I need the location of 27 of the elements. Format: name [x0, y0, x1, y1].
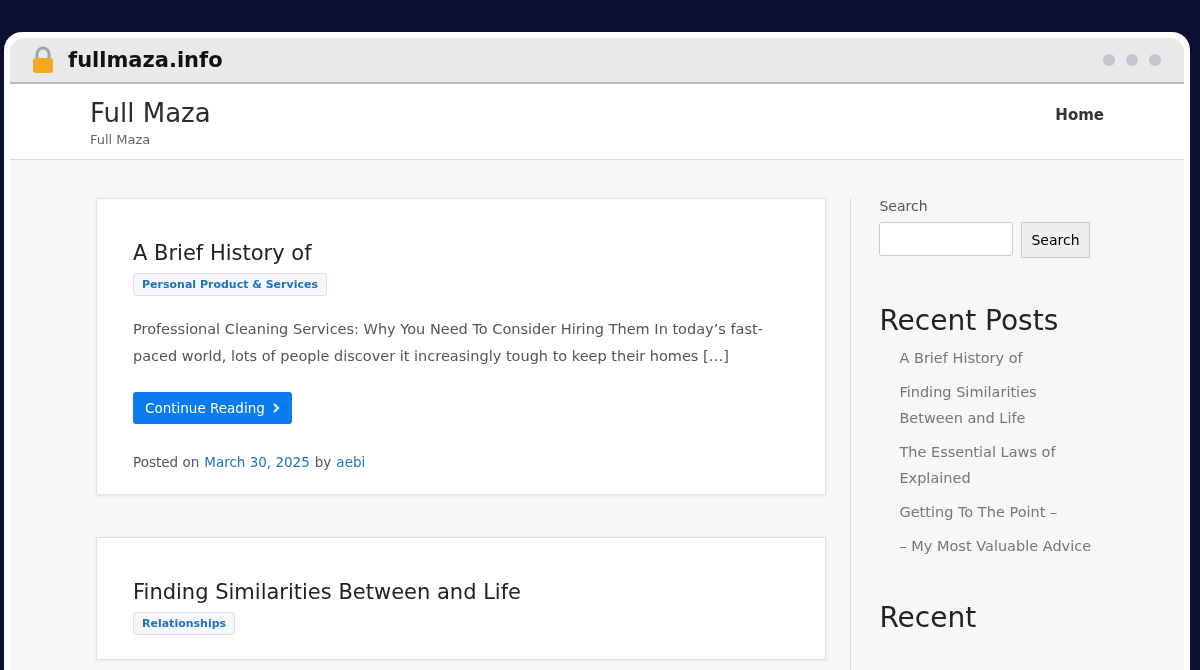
recent-post-link[interactable]: Finding Similarities Between and Life — [899, 379, 1104, 431]
post-date-link[interactable]: March 30, 2025 — [204, 454, 310, 470]
recent-post-link[interactable]: The Essential Laws of Explained — [899, 439, 1104, 491]
search-field[interactable] — [879, 222, 1014, 256]
continue-reading-button[interactable]: Continue Reading — [133, 392, 292, 424]
nav-link[interactable]: Home — [1055, 106, 1104, 124]
category-tag[interactable]: Personal Product & Services — [133, 273, 327, 296]
recent-post-link[interactable]: – My Most Valuable Advice — [899, 533, 1104, 559]
post-title[interactable]: A Brief History of — [133, 241, 790, 265]
post-excerpt: Professional Cleaning Services: Why You Need To Consider Hiring Them In today’s fast-paced world, lots of people discover it increasingly tough to keep their homes […] — [133, 320, 764, 366]
recent-post-link[interactable]: Getting To The Point – — [899, 499, 1104, 525]
category-tag[interactable]: Relationships — [133, 612, 236, 635]
author-link[interactable]: aebi — [336, 454, 366, 470]
post-title[interactable]: Finding Similarities Between and Life — [133, 580, 790, 604]
url-text: fullmaza.info — [68, 48, 223, 72]
window-dots-icon — [1102, 53, 1162, 67]
site-tagline: Full Maza — [90, 132, 152, 147]
posted-on-label: Posted on — [133, 454, 200, 470]
padlock-icon — [32, 46, 54, 74]
widget-title: Recent Posts — [879, 304, 1060, 337]
search-button[interactable]: Search — [1021, 222, 1090, 258]
chevron-right-icon — [272, 403, 280, 413]
by-label: by — [314, 454, 332, 470]
site-title[interactable]: Full Maza — [90, 98, 211, 128]
search-label: Search — [879, 198, 929, 214]
widget-title: Recent — [879, 601, 978, 634]
recent-post-link[interactable]: A Brief History of — [899, 345, 1104, 371]
